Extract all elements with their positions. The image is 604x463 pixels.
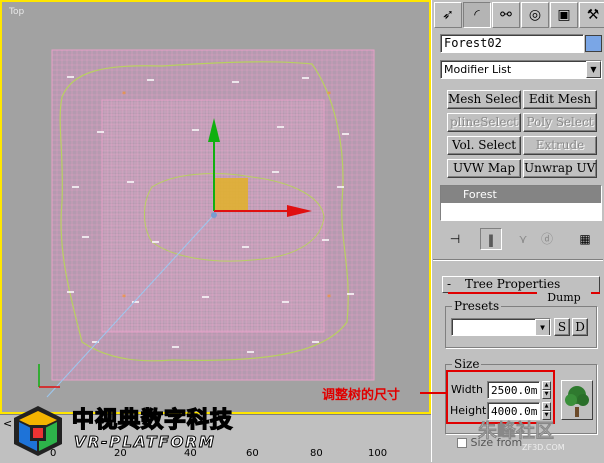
poly-select-button[interactable]: Poly Select — [523, 113, 597, 132]
site-watermark-sub: ZF3D.COM — [522, 443, 565, 452]
modify-tab[interactable]: ◜ — [463, 2, 491, 28]
corner-marker: * — [122, 90, 126, 99]
modifier-list-dropdown[interactable]: Modifier List ▼ — [440, 60, 602, 79]
viewport-label[interactable]: Top — [9, 7, 24, 17]
rollout-collapse-icon: - — [447, 277, 452, 291]
uvw-map-button[interactable]: UVW Map — [447, 159, 521, 178]
spline-select-button[interactable]: plineSelect — [447, 113, 521, 132]
annotation-connector — [420, 392, 447, 394]
preset-delete-button[interactable]: D — [572, 318, 588, 336]
corner-marker: * — [327, 90, 331, 99]
create-icon: ➶ — [442, 7, 454, 23]
tree-size-button[interactable] — [561, 380, 593, 420]
timeline-tick: 60 — [246, 448, 259, 459]
corner-marker: * — [327, 293, 331, 302]
pin-stack-icon[interactable]: ⊣ — [444, 228, 466, 250]
rollout-title: Tree Properties — [465, 277, 561, 291]
display-icon: ▣ — [557, 7, 571, 23]
modifier-list-label: Modifier List — [444, 63, 512, 76]
gizmo-plane — [214, 178, 248, 211]
gizmo-pivot — [211, 212, 217, 218]
preset-save-button[interactable]: S — [554, 318, 570, 336]
presets-label: Presets — [452, 299, 502, 313]
annotation-text: 调整树的尺寸 — [322, 388, 401, 403]
unwrap-uvw-button[interactable]: Unwrap UVW — [523, 159, 597, 178]
top-viewport[interactable]: * * * * Top — [0, 0, 431, 414]
hierarchy-icon: ⚯ — [500, 7, 512, 23]
logo-chinese-text: 中视典数字科技 — [71, 407, 234, 434]
extrude-button[interactable]: Extrude — [523, 136, 597, 155]
object-color-swatch[interactable] — [585, 35, 602, 52]
timeline-tick: 80 — [310, 448, 323, 459]
remove-modifier-icon[interactable]: ⓓ — [536, 228, 558, 250]
utilities-tab[interactable]: ⚒ — [579, 2, 604, 28]
chevron-down-icon[interactable]: ▼ — [535, 319, 550, 335]
utilities-icon: ⚒ — [586, 7, 600, 23]
logo-english-text: VR-PLATFORM — [74, 433, 216, 452]
motion-icon: ◎ — [528, 7, 542, 23]
tree-properties-rollout-header[interactable]: - Tree Properties — [442, 276, 600, 293]
configure-modifier-sets-icon[interactable]: ▦ — [574, 228, 596, 250]
viewport-scene: * * * * — [38, 49, 375, 398]
stack-toolbar: ⊣ ‖ ⋎ ⓓ ▦ — [440, 228, 602, 250]
site-watermark: 朱峰社区 — [478, 420, 555, 443]
size-label: Size — [452, 357, 482, 371]
dump-button[interactable]: Dump — [537, 292, 591, 304]
presets-dropdown[interactable]: ▼ — [451, 318, 551, 336]
display-tab[interactable]: ▣ — [550, 2, 578, 28]
corner-marker: * — [122, 293, 126, 302]
edit-mesh-button[interactable]: Edit Mesh — [523, 90, 597, 109]
timeline-tick: 100 — [368, 448, 388, 459]
hierarchy-tab[interactable]: ⚯ — [492, 2, 520, 28]
vr-platform-logo-icon — [14, 406, 62, 456]
object-name-field[interactable]: Forest02 — [440, 34, 584, 53]
modify-icon: ◜ — [474, 7, 480, 23]
chevron-down-icon[interactable]: ▼ — [586, 61, 601, 78]
modifier-stack[interactable]: Forest — [440, 185, 602, 221]
tree-icon — [565, 386, 589, 417]
show-end-result-icon[interactable]: ‖ — [480, 228, 502, 250]
mesh-select-button[interactable]: Mesh Select — [447, 90, 521, 109]
create-tab[interactable]: ➶ — [434, 2, 462, 28]
panel-tab-bar: ➶ ◜ ⚯ ◎ ▣ ⚒ — [434, 2, 604, 30]
make-unique-icon[interactable]: ⋎ — [512, 228, 534, 250]
panel-divider — [433, 259, 603, 261]
stack-item-forest[interactable]: Forest — [441, 186, 601, 203]
motion-tab[interactable]: ◎ — [521, 2, 549, 28]
size-from-checkbox[interactable] — [457, 438, 467, 448]
vol-select-button[interactable]: Vol. Select — [447, 136, 521, 155]
